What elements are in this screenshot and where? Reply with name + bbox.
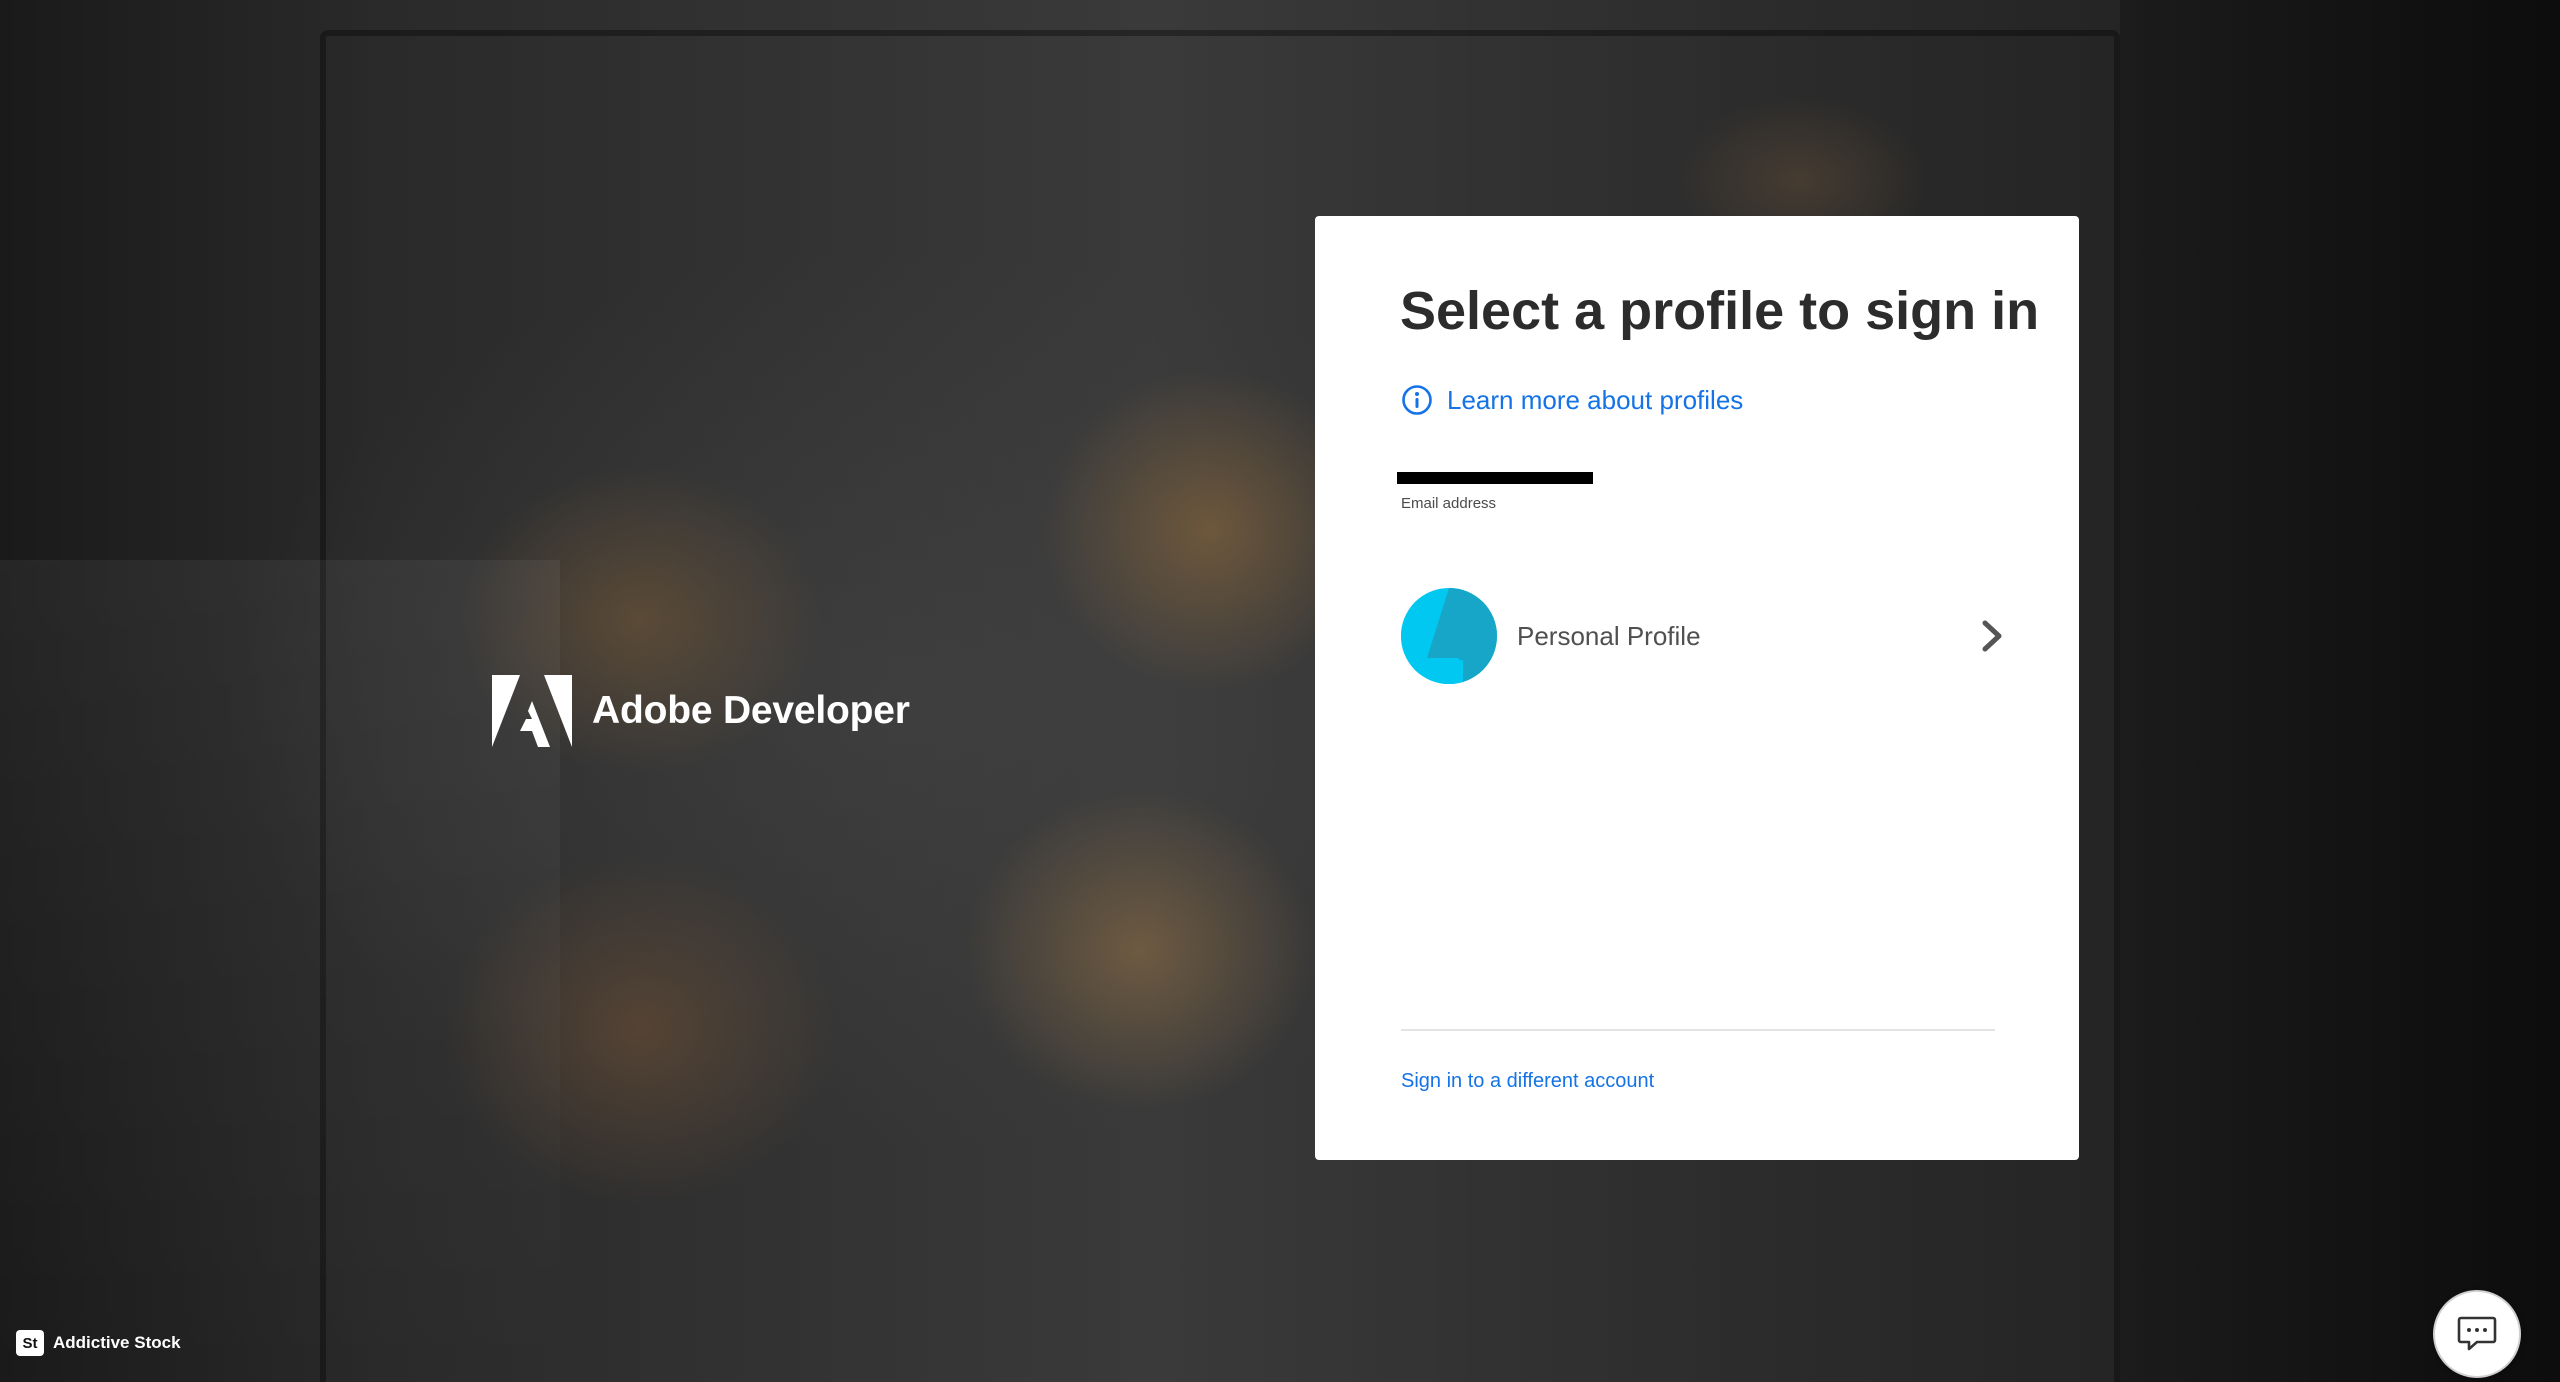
background-right-shade — [2120, 0, 2560, 1382]
info-icon — [1402, 385, 1432, 415]
email-redaction-bar — [1397, 472, 1593, 484]
profile-avatar-icon — [1401, 588, 1497, 684]
profile-name: Personal Profile — [1517, 620, 1701, 651]
adobe-logo-icon — [492, 675, 572, 747]
profile-selection-card: Select a profile to sign in Learn more a… — [1315, 216, 2079, 1160]
divider — [1401, 1029, 1995, 1031]
chat-icon — [2457, 1316, 2497, 1351]
brand-lockup: Adobe Developer — [492, 675, 910, 747]
background-light-band — [0, 560, 560, 1382]
sign-in-different-account-link[interactable]: Sign in to a different account — [1401, 1070, 1654, 1093]
page-title: Select a profile to sign in — [1400, 281, 2040, 341]
chevron-right-icon — [1982, 620, 2002, 652]
stock-credit-label: Addictive Stock — [53, 1333, 181, 1352]
brand-name: Adobe Developer — [592, 689, 910, 732]
stock-credit[interactable]: St Addictive Stock — [16, 1330, 181, 1356]
email-label: Email address — [1401, 495, 1497, 512]
learn-more-profiles-link[interactable]: Learn more about profiles — [1401, 384, 1743, 416]
avatar — [1401, 588, 1497, 684]
chat-button[interactable] — [2433, 1290, 2521, 1378]
sign-in-page: Adobe Developer Select a profile to sign… — [0, 0, 2560, 1382]
learn-more-label: Learn more about profiles — [1447, 384, 1744, 415]
adobe-stock-badge: St — [16, 1330, 44, 1356]
profile-item-personal[interactable]: Personal Profile — [1401, 588, 2011, 684]
